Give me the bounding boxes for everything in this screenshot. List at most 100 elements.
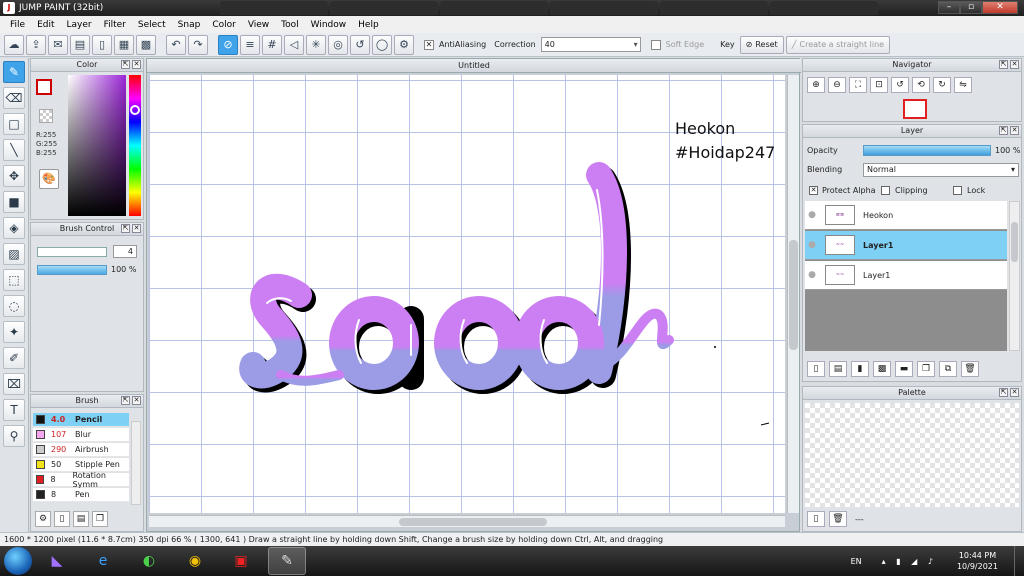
- new-halftone-layer-icon[interactable]: ▩: [873, 361, 891, 377]
- upload-icon[interactable]: ⇪: [26, 34, 46, 55]
- close-button[interactable]: ✕: [982, 1, 1018, 14]
- zoom-out-icon[interactable]: ⊖: [828, 77, 846, 93]
- visibility-icon[interactable]: ●: [805, 240, 819, 250]
- panel-close-icon[interactable]: ✕: [1010, 60, 1019, 69]
- snap-curve-icon[interactable]: ↺: [350, 34, 370, 55]
- panel-close-icon[interactable]: ✕: [132, 60, 141, 69]
- blending-select[interactable]: Normal: [863, 163, 1019, 177]
- menu-view[interactable]: View: [242, 20, 275, 30]
- show-desktop-button[interactable]: [1014, 546, 1024, 576]
- correction-select[interactable]: 40: [540, 37, 641, 52]
- palette-icon[interactable]: 🎨: [39, 169, 59, 189]
- menu-tool[interactable]: Tool: [275, 20, 304, 30]
- new-folder-icon[interactable]: ▬: [895, 361, 913, 377]
- menu-file[interactable]: File: [4, 20, 31, 30]
- menu-edit[interactable]: Edit: [31, 20, 60, 30]
- text-tool-icon[interactable]: T: [3, 399, 25, 421]
- merge-layer-icon[interactable]: ⧉: [939, 361, 957, 377]
- menu-help[interactable]: Help: [352, 20, 385, 30]
- panel-pin-icon[interactable]: ⇱: [121, 60, 130, 69]
- brush-item[interactable]: 290 Airbrush: [33, 443, 129, 457]
- hue-handle[interactable]: [130, 105, 140, 115]
- navigator-thumbnail[interactable]: [903, 99, 927, 119]
- zoom-in-icon[interactable]: ⊕: [807, 77, 825, 93]
- page-icon[interactable]: ▯: [92, 34, 112, 55]
- eraser-tool-icon[interactable]: ⌫: [3, 87, 25, 109]
- fit-view-icon[interactable]: ⛶: [849, 77, 867, 93]
- new-brush-icon[interactable]: ▯: [54, 511, 70, 527]
- layer-row[interactable]: ● ≡≡ Heokon: [805, 201, 1007, 230]
- gradient-tool-icon[interactable]: ▨: [3, 243, 25, 265]
- panel-pin-icon[interactable]: ⇱: [999, 126, 1008, 135]
- cloud-icon[interactable]: ☁: [4, 34, 24, 55]
- select-eraser-tool-icon[interactable]: ⌧: [3, 373, 25, 395]
- lock-checkbox[interactable]: [953, 186, 962, 195]
- eyedropper-tool-icon[interactable]: ⚲: [3, 425, 25, 447]
- new-layer-8bit-icon[interactable]: ▤: [829, 361, 847, 377]
- minimize-button[interactable]: –: [938, 1, 960, 14]
- new-layer-1bit-icon[interactable]: ▮: [851, 361, 869, 377]
- visual-studio-icon[interactable]: ◣: [38, 547, 76, 575]
- delete-palette-icon[interactable]: 🗑: [829, 511, 847, 527]
- select-pen-tool-icon[interactable]: ✐: [3, 347, 25, 369]
- comment-icon[interactable]: ✉: [48, 34, 68, 55]
- menu-snap[interactable]: Snap: [172, 20, 207, 30]
- brush-size-input[interactable]: 4: [113, 245, 137, 258]
- fill-rect-tool-icon[interactable]: ■: [3, 191, 25, 213]
- delete-layer-icon[interactable]: 🗑: [961, 361, 979, 377]
- coccoc-icon[interactable]: ◐: [130, 547, 168, 575]
- panel-close-icon[interactable]: ✕: [1010, 126, 1019, 135]
- language-indicator[interactable]: EN: [851, 557, 862, 566]
- snap-perspective-icon[interactable]: ◁: [284, 34, 304, 55]
- visibility-icon[interactable]: ●: [805, 210, 819, 220]
- layer-row[interactable]: ● ~~ Layer1: [805, 231, 1007, 260]
- chrome-icon[interactable]: ◉: [176, 547, 214, 575]
- shape-tool-icon[interactable]: □: [3, 113, 25, 135]
- window-icon[interactable]: ▤: [70, 34, 90, 55]
- hue-slider[interactable]: [129, 75, 141, 216]
- canvas-vertical-scrollbar[interactable]: [787, 75, 799, 513]
- undo-icon[interactable]: ↶: [166, 34, 186, 55]
- panel-pin-icon[interactable]: ⇱: [121, 224, 130, 233]
- visibility-icon[interactable]: ●: [805, 270, 819, 280]
- maximize-button[interactable]: ▫: [960, 1, 982, 14]
- saturation-value-picker[interactable]: [68, 75, 126, 216]
- panel-close-icon[interactable]: ✕: [1010, 388, 1019, 397]
- palette-swatch-area[interactable]: [805, 403, 1019, 507]
- paint-app-icon[interactable]: ✎: [268, 547, 306, 575]
- layers-icon[interactable]: ▦: [114, 34, 134, 55]
- fg-bg-color[interactable]: [36, 79, 60, 103]
- antialiasing-checkbox[interactable]: ✕: [424, 39, 434, 50]
- redo-icon[interactable]: ↷: [188, 34, 208, 55]
- menu-select[interactable]: Select: [132, 20, 172, 30]
- rotate-reset-icon[interactable]: ⟲: [912, 77, 930, 93]
- snap-ellipse-icon[interactable]: ◯: [372, 34, 392, 55]
- reset-button[interactable]: ⊘ Reset: [739, 35, 784, 54]
- layer-scroll-thumb[interactable]: [1011, 222, 1018, 262]
- tray-icons[interactable]: ▴ ▮ ◢ ♪: [882, 557, 937, 566]
- panel-pin-icon[interactable]: ⇱: [999, 60, 1008, 69]
- horizontal-scroll-thumb[interactable]: [399, 518, 547, 526]
- brush-menu-icon[interactable]: ▤: [73, 511, 89, 527]
- transparent-color-icon[interactable]: [39, 109, 53, 123]
- vertical-scroll-thumb[interactable]: [789, 240, 798, 350]
- canvas-tab[interactable]: Untitled: [147, 59, 801, 73]
- clipping-checkbox[interactable]: [881, 186, 890, 195]
- move-tool-icon[interactable]: ✥: [3, 165, 25, 187]
- snap-settings-icon[interactable]: ⚙: [394, 34, 414, 55]
- snap-radial-icon[interactable]: ✳: [306, 34, 326, 55]
- flip-horizontal-icon[interactable]: ⇋: [954, 77, 972, 93]
- brush-list-scrollbar[interactable]: [131, 421, 141, 505]
- panel-pin-icon[interactable]: ⇱: [121, 396, 130, 405]
- brush-tool-icon[interactable]: ✎: [3, 61, 25, 83]
- protect-alpha-checkbox[interactable]: ✕: [809, 186, 818, 195]
- layer-list-scrollbar[interactable]: [1009, 201, 1020, 351]
- rotate-right-icon[interactable]: ↻: [933, 77, 951, 93]
- panel-close-icon[interactable]: ✕: [132, 224, 141, 233]
- grid-icon[interactable]: ▩: [136, 34, 156, 55]
- snap-concentric-icon[interactable]: ◎: [328, 34, 348, 55]
- snap-parallel-icon[interactable]: ≡: [240, 34, 260, 55]
- rotate-left-icon[interactable]: ↺: [891, 77, 909, 93]
- menu-filter[interactable]: Filter: [98, 20, 132, 30]
- duplicate-layer-icon[interactable]: ❐: [917, 361, 935, 377]
